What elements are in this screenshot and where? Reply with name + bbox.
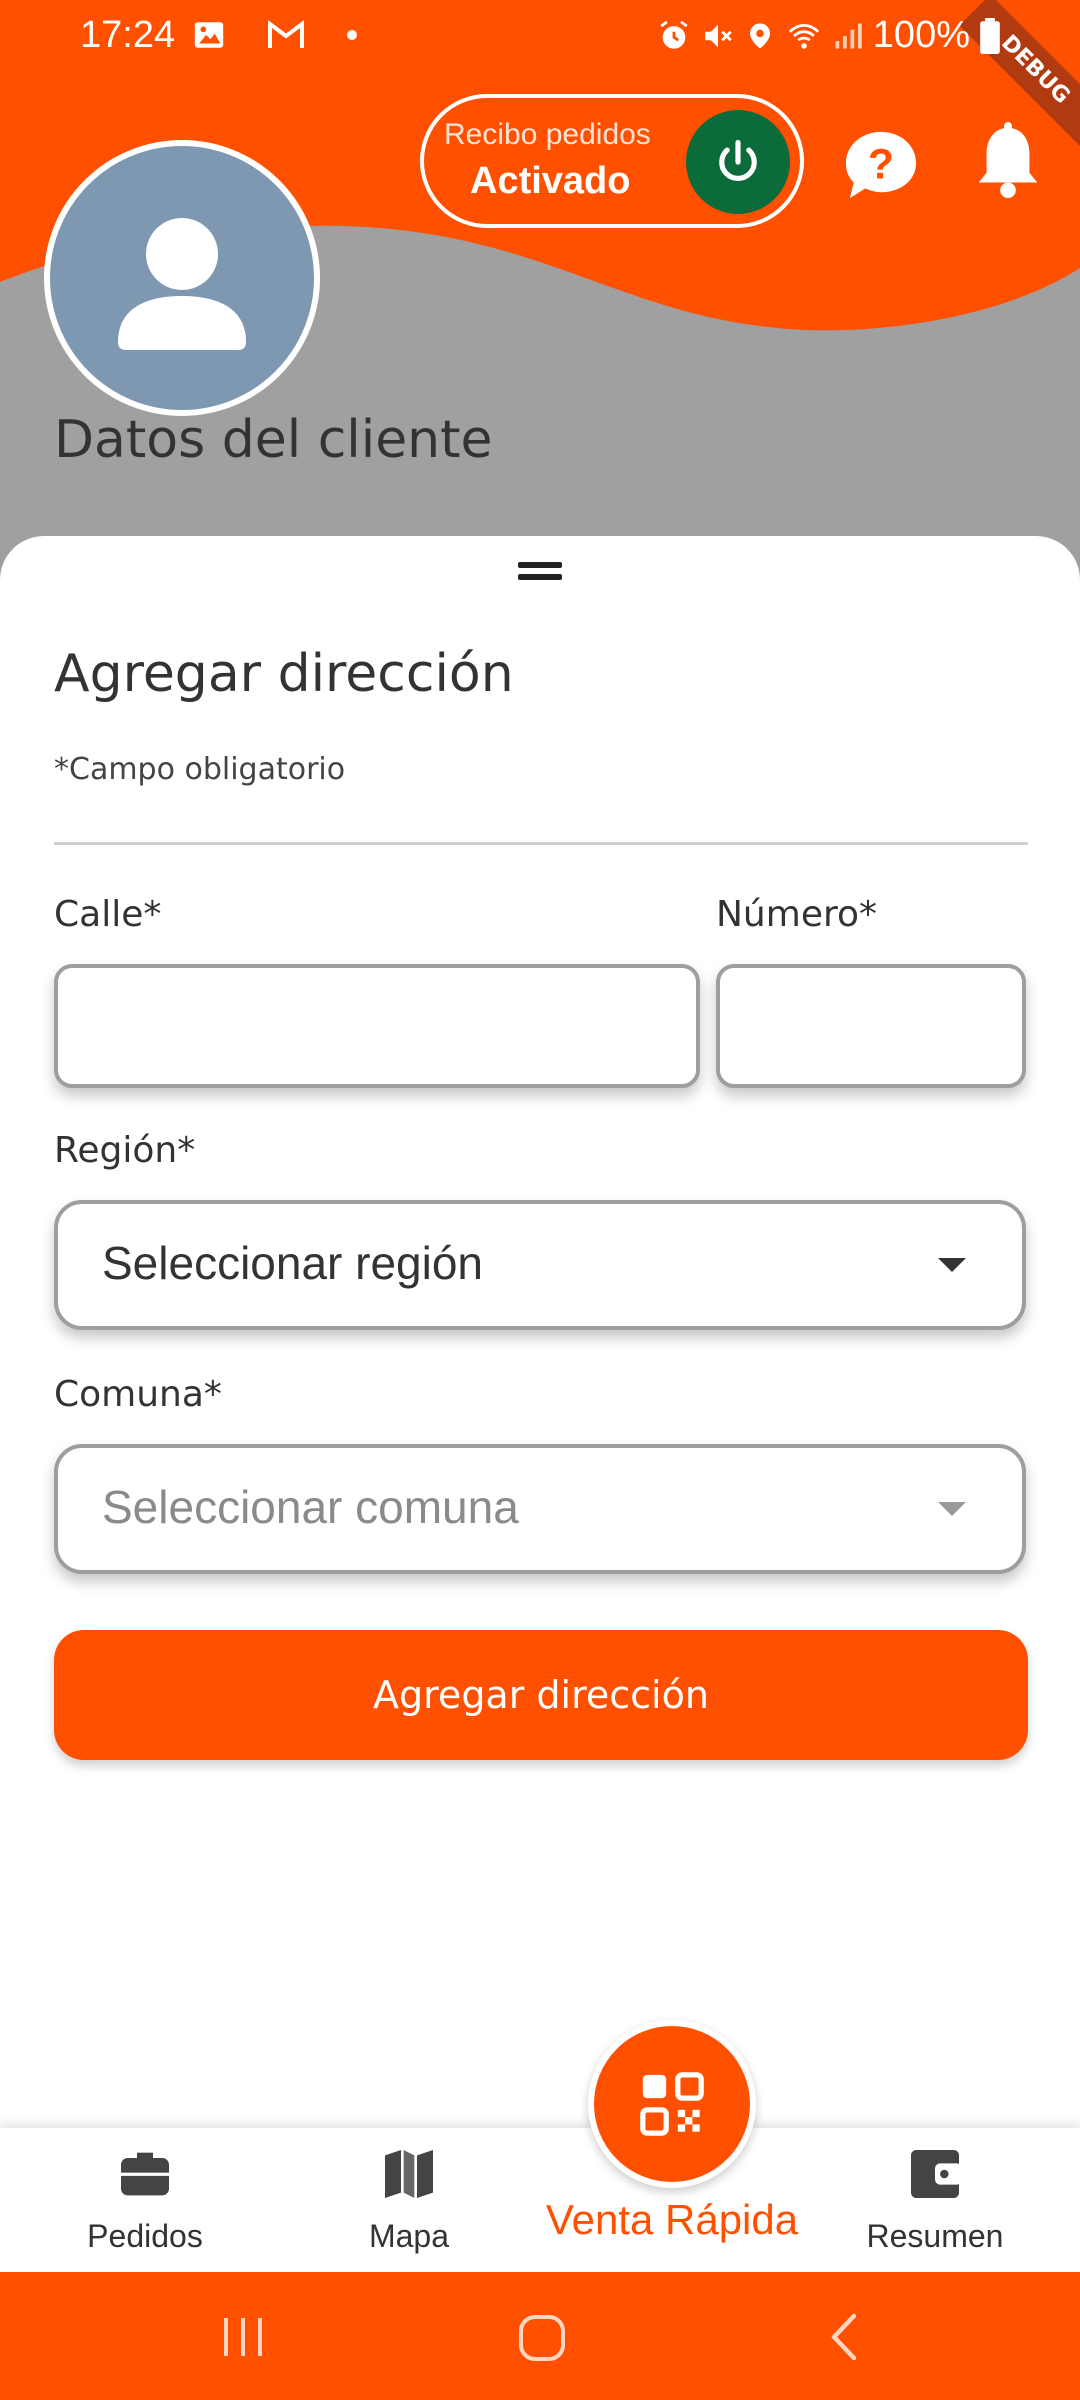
- map-icon: [385, 2150, 433, 2198]
- region-label: Región*: [54, 1130, 196, 1171]
- add-address-button[interactable]: Agregar dirección: [54, 1630, 1028, 1760]
- receive-orders-toggle[interactable]: Recibo pedidos Activado: [420, 94, 804, 228]
- nav-item-mapa[interactable]: Mapa: [309, 2142, 509, 2255]
- mute-icon: [705, 24, 732, 47]
- battery-icon: [980, 17, 1000, 54]
- status-time: 17:24: [80, 14, 176, 56]
- commune-selected-value: Seleccionar comuna: [102, 1481, 519, 1533]
- receive-orders-status: Activado: [470, 160, 631, 202]
- number-label: Número*: [716, 894, 877, 935]
- briefcase-icon: [121, 2152, 169, 2196]
- image-icon: [194, 22, 224, 48]
- app-header: DEBUG 17:24 100% Recibo pedidos Activado…: [0, 0, 1080, 600]
- alarm-icon: [660, 20, 688, 49]
- number-input[interactable]: [716, 964, 1026, 1088]
- nav-label-resumen: Resumen: [866, 2218, 1004, 2254]
- sheet-drag-handle[interactable]: [518, 562, 562, 580]
- home-icon[interactable]: [516, 2312, 568, 2364]
- person-icon: [118, 218, 246, 350]
- recent-apps-icon[interactable]: [218, 2312, 268, 2362]
- help-icon[interactable]: ?: [842, 128, 920, 202]
- svg-text:?: ?: [868, 141, 894, 189]
- client-section-title: Datos del cliente: [54, 410, 493, 470]
- street-input[interactable]: [54, 964, 700, 1088]
- region-dropdown-arrow-icon: [938, 1258, 966, 1272]
- form-divider: [54, 842, 1028, 845]
- status-bar: 17:24 100%: [0, 0, 1080, 76]
- signal-icon: [835, 23, 862, 48]
- quick-sale-label[interactable]: Venta Rápida: [520, 2196, 824, 2244]
- wallet-icon: [911, 2150, 962, 2198]
- region-dropdown[interactable]: Seleccionar región: [54, 1200, 1026, 1330]
- form-title: Agregar dirección: [54, 644, 514, 704]
- wifi-icon: [788, 23, 819, 49]
- back-icon[interactable]: [824, 2312, 864, 2362]
- dot-icon: [347, 30, 357, 40]
- commune-dropdown-arrow-icon: [938, 1502, 966, 1516]
- nav-item-resumen[interactable]: Resumen: [835, 2142, 1035, 2255]
- region-selected-value: Seleccionar región: [102, 1237, 484, 1289]
- system-navigation-bar: [0, 2272, 1080, 2400]
- power-button[interactable]: [686, 110, 790, 214]
- quick-sale-button[interactable]: [588, 2020, 756, 2188]
- nav-item-pedidos[interactable]: Pedidos: [45, 2142, 245, 2255]
- commune-dropdown[interactable]: Seleccionar comuna: [54, 1444, 1026, 1574]
- gmail-icon: [268, 20, 304, 48]
- location-icon: [749, 23, 770, 48]
- battery-percentage: 100%: [872, 14, 970, 56]
- nav-label-pedidos: Pedidos: [87, 2218, 203, 2254]
- nav-label-mapa: Mapa: [368, 2218, 450, 2254]
- client-avatar[interactable]: [44, 140, 320, 416]
- notifications-bell-icon[interactable]: [974, 122, 1042, 200]
- qr-code-icon: [640, 2072, 704, 2136]
- street-label: Calle*: [54, 894, 162, 935]
- power-icon: [719, 139, 757, 182]
- add-address-sheet: Agregar dirección *Campo obligatorio Cal…: [0, 536, 1080, 2130]
- commune-label: Comuna*: [54, 1374, 222, 1415]
- receive-orders-label: Recibo pedidos: [444, 118, 651, 151]
- required-field-note: *Campo obligatorio: [54, 752, 346, 787]
